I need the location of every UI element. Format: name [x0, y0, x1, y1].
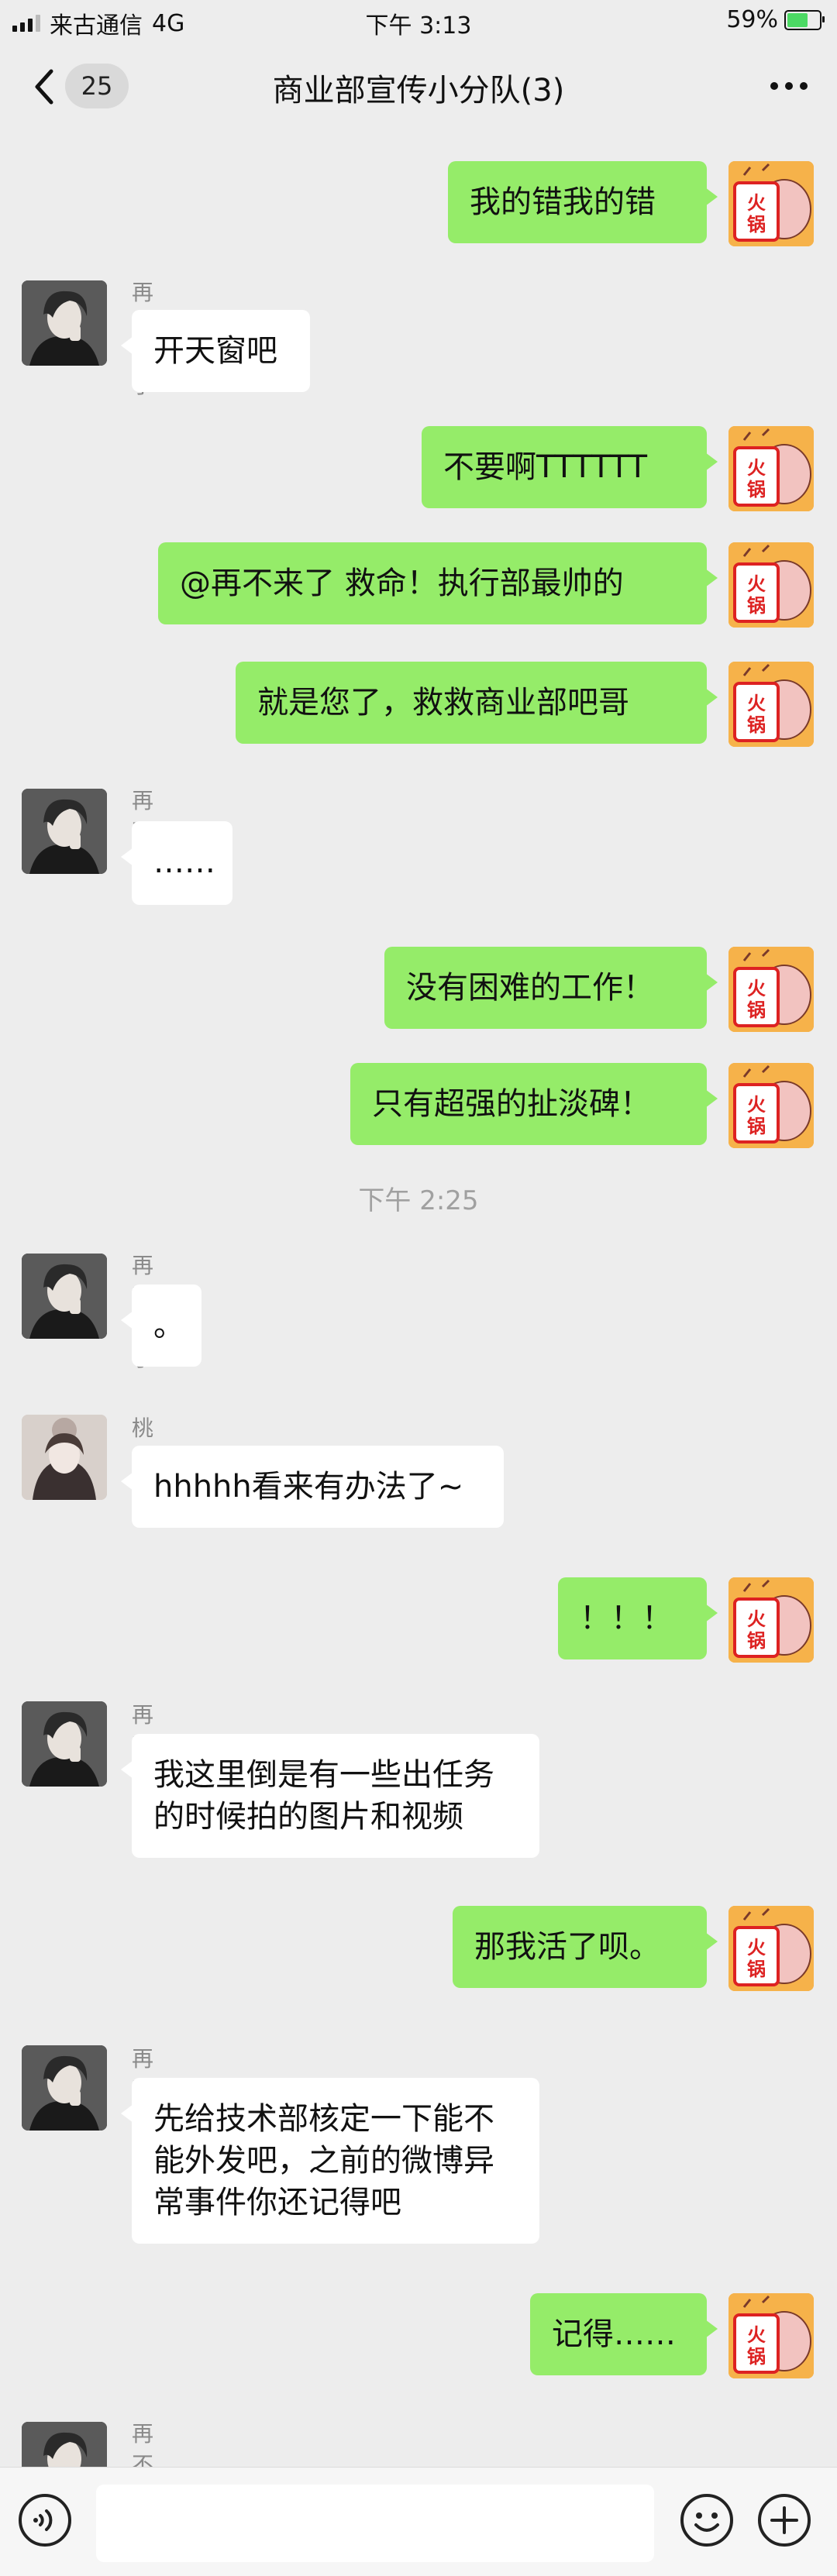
my-avatar[interactable]: 火锅 [728, 662, 814, 747]
svg-text:火: 火 [747, 573, 766, 595]
chat-title: 商业部宣传小分队(3) [272, 73, 565, 108]
my-avatar[interactable]: 火锅 [728, 1906, 814, 1991]
svg-text:锅: 锅 [747, 214, 766, 236]
message-bubble[interactable]: 我这里倒是有一些出任务 的时候拍的图片和视频 [121, 1734, 539, 1858]
svg-text:锅: 锅 [747, 1959, 766, 1980]
svg-text:火: 火 [747, 1937, 766, 1959]
status-bar: 来古通信 4G 下午 3:13 59% [0, 0, 837, 43]
message-bubble[interactable]: 没有困难的工作！ [384, 947, 718, 1029]
svg-text:锅: 锅 [747, 999, 766, 1021]
message-bubble[interactable]: 记得…… [530, 2293, 718, 2375]
voice-input-icon[interactable] [17, 2492, 73, 2548]
message-bubble[interactable]: @再不来了 救命！执行部最帅的 [158, 542, 718, 624]
chat-header: 25 商业部宣传小分队(3) [0, 43, 837, 129]
input-bar [0, 2467, 837, 2576]
avatar-zaibulaile[interactable] [22, 280, 107, 366]
svg-text:锅: 锅 [747, 1116, 766, 1137]
message-timestamp: 下午 2:25 [358, 1185, 479, 1216]
svg-text:火: 火 [747, 1094, 766, 1116]
avatar-zaibulaile[interactable] [22, 1701, 107, 1787]
emoji-icon[interactable] [679, 2492, 735, 2548]
svg-text:火: 火 [747, 978, 766, 999]
avatar-zaibulaile[interactable] [22, 1254, 107, 1339]
svg-text:火: 火 [747, 192, 766, 214]
add-attachment-icon[interactable] [756, 2492, 812, 2548]
message-bubble[interactable]: …… [121, 821, 232, 905]
svg-text:火: 火 [747, 1608, 766, 1630]
svg-text:火: 火 [747, 457, 766, 479]
svg-text:锅: 锅 [747, 479, 766, 500]
my-avatar[interactable]: 火锅 [728, 947, 814, 1032]
avatar-taomei[interactable] [22, 1415, 107, 1500]
my-avatar[interactable]: 火锅 [728, 1577, 814, 1663]
battery-icon [784, 9, 825, 30]
message-bubble[interactable]: 那我活了呗。 [453, 1906, 718, 1988]
avatar-zaibulaile[interactable] [22, 789, 107, 874]
message-bubble[interactable]: 先给技术部核定一下能不 能外发吧，之前的微博异 常事件你还记得吧 [121, 2078, 539, 2244]
my-avatar[interactable]: 火锅 [728, 161, 814, 246]
avatar-zaibulaile[interactable] [22, 2045, 107, 2131]
more-options-icon[interactable] [770, 82, 808, 90]
battery-percent: 59% [726, 6, 778, 33]
svg-text:锅: 锅 [747, 1630, 766, 1652]
my-avatar[interactable]: 火锅 [728, 2293, 814, 2378]
message-bubble[interactable]: hhhhh看来有办法了~ [121, 1446, 504, 1528]
message-bubble[interactable]: 就是您了，救救商业部吧哥 [236, 662, 718, 744]
my-avatar[interactable]: 火锅 [728, 1063, 814, 1148]
svg-text:锅: 锅 [747, 714, 766, 736]
svg-text:火: 火 [747, 2324, 766, 2346]
message-input[interactable] [96, 2485, 654, 2562]
my-avatar[interactable]: 火锅 [728, 426, 814, 511]
clock: 下午 3:13 [365, 12, 472, 40]
message-bubble[interactable]: 不要啊TTTTTT [422, 426, 718, 508]
my-avatar[interactable]: 火锅 [728, 542, 814, 628]
message-bubble[interactable]: 开天窗吧 [121, 310, 310, 392]
svg-text:火: 火 [747, 693, 766, 714]
message-bubble[interactable]: 我的错我的错 [448, 161, 718, 243]
message-bubble[interactable]: 。 [121, 1285, 202, 1367]
message-bubble[interactable]: ！！！ [558, 1577, 718, 1659]
message-bubble[interactable]: 只有超强的扯淡碑！ [350, 1063, 718, 1145]
svg-text:锅: 锅 [747, 595, 766, 617]
svg-text:锅: 锅 [747, 2346, 766, 2368]
